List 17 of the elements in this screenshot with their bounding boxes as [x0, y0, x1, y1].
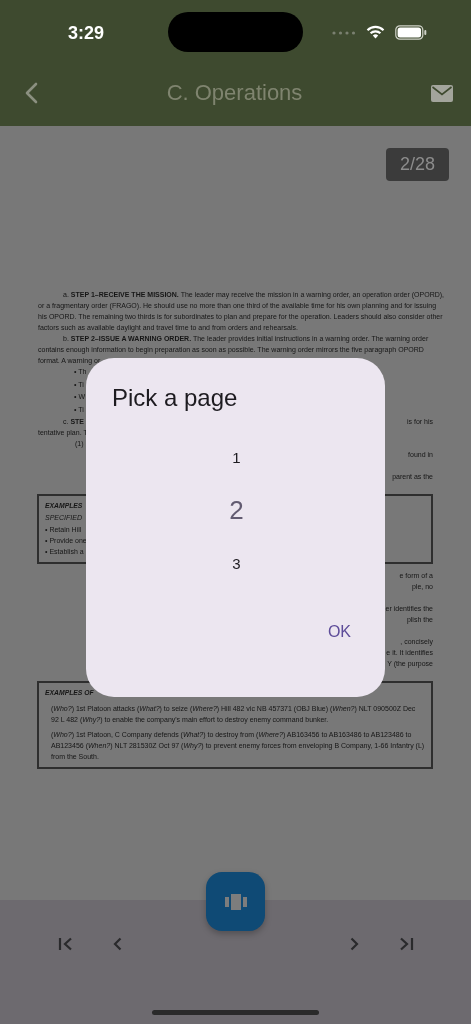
- signal-icon: [332, 31, 356, 35]
- battery-icon: [395, 24, 427, 40]
- carousel-button[interactable]: [206, 872, 265, 931]
- first-page-icon[interactable]: [57, 937, 74, 951]
- carousel-icon: [224, 893, 247, 910]
- ok-button[interactable]: OK: [317, 619, 361, 645]
- back-icon[interactable]: [24, 82, 38, 104]
- mail-icon[interactable]: [431, 84, 453, 102]
- dialog-title: Pick a page: [112, 384, 239, 412]
- last-page-icon[interactable]: [397, 937, 414, 951]
- wifi-icon: [366, 25, 385, 39]
- status-time: 3:29: [68, 22, 106, 44]
- page-option[interactable]: 3: [232, 554, 241, 607]
- screen-title: C. Operations: [165, 80, 304, 106]
- page-counter: 2/28: [385, 148, 449, 181]
- previous-page-icon[interactable]: [112, 937, 122, 951]
- next-page-icon[interactable]: [349, 937, 359, 951]
